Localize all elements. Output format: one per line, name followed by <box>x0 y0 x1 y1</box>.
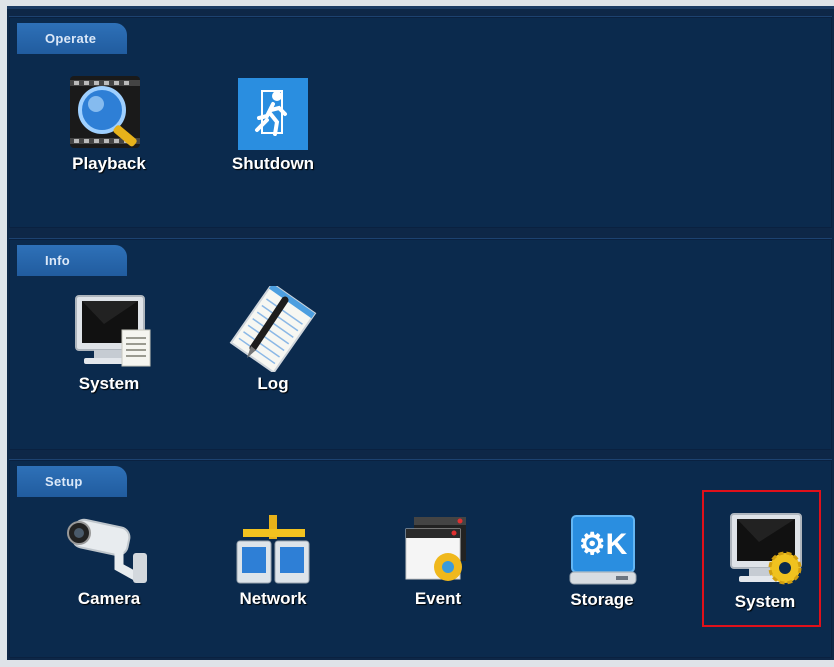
log-label: Log <box>257 374 289 393</box>
camera-label: Camera <box>77 589 141 608</box>
info-system-label: System <box>78 374 140 393</box>
playback-label: Playback <box>72 154 146 173</box>
network-label: Network <box>239 589 307 608</box>
event-button[interactable]: Event <box>383 515 493 609</box>
selection-highlight <box>702 490 821 627</box>
storage-label: Storage <box>570 590 634 609</box>
storage-button[interactable]: ⚙K Storage <box>547 514 657 610</box>
top-border <box>7 6 834 9</box>
operate-tab: Operate <box>17 23 127 54</box>
shutdown-button[interactable]: Shutdown <box>218 76 328 174</box>
windows-gear-icon <box>405 517 466 581</box>
event-label: Event <box>414 589 462 608</box>
playback-button[interactable]: Playback <box>54 74 164 174</box>
drive-k-icon: ⚙K <box>569 515 637 585</box>
exit-running-man-icon <box>238 78 308 150</box>
camera-button[interactable]: Camera <box>54 515 164 609</box>
info-tab: Info <box>17 245 127 276</box>
info-system-button[interactable]: System <box>54 292 164 394</box>
svg-text:⚙K: ⚙K <box>579 528 628 561</box>
notepad-pen-icon <box>229 286 317 372</box>
network-button[interactable]: Network <box>218 513 328 609</box>
network-computers-icon <box>236 515 310 584</box>
log-button[interactable]: Log <box>218 286 328 394</box>
monitor-document-icon <box>75 295 151 367</box>
playback-magnifier-icon <box>70 76 140 148</box>
setup-tab: Setup <box>17 466 127 497</box>
security-camera-icon <box>67 518 147 583</box>
shutdown-label: Shutdown <box>231 154 315 173</box>
